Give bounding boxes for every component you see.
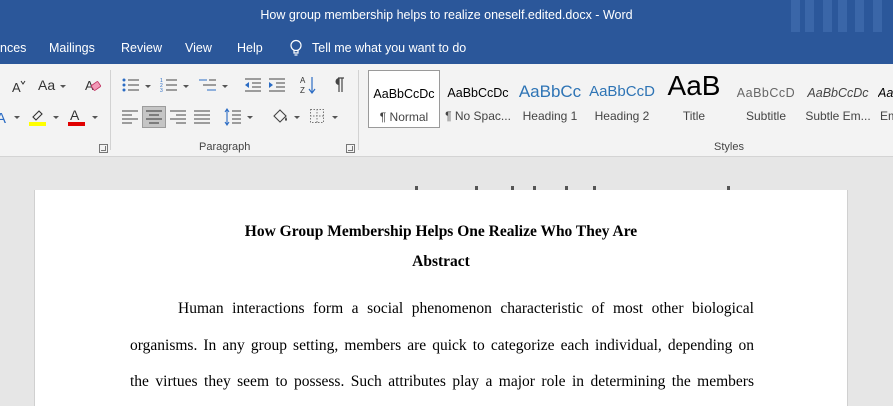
chevron-down-icon[interactable] [247,116,253,119]
body-line: organisms. In any group setting, members… [130,337,754,354]
style-subtitle[interactable]: AaBbCcD Subtitle [730,70,802,128]
bullets-icon[interactable] [122,77,140,93]
previous-line-fragment [415,186,735,192]
style-sample: AaBbCcD [589,83,655,100]
style-sample: AaB [667,70,721,101]
chevron-down-icon[interactable] [53,116,59,119]
tab-help[interactable]: Help [237,41,263,55]
style-heading-2[interactable]: AaBbCcD Heading 2 [586,70,658,128]
lightbulb-icon [290,39,302,56]
align-right-icon[interactable] [170,110,186,124]
borders-icon[interactable] [310,109,324,123]
style-sample: AaBbCcDc [807,86,869,100]
chevron-down-icon[interactable] [183,85,189,88]
group-separator [358,70,359,150]
tell-me-box[interactable]: Tell me what you want to do [289,39,466,57]
ribbon: A Aa A A A 123 A Z Paragraph AaBbCcDc ¶ … [0,64,893,157]
document-title: How Group Membership Helps One Realize W… [244,223,638,240]
style-sample: AaBbCcDc [447,86,509,100]
svg-text:3: 3 [160,88,163,93]
style-name: Em [880,109,893,123]
font-dialog-launcher-icon[interactable] [99,144,108,153]
numbering-icon[interactable]: 123 [160,77,178,93]
style-name: ¶ No Spac... [445,109,511,123]
style-sample: AaBbCcDc [373,87,435,101]
decrease-indent-icon[interactable] [244,77,262,93]
line-spacing-icon[interactable] [224,108,242,126]
tab-review[interactable]: Review [121,41,162,55]
style-name: Title [682,109,706,123]
abstract-heading: Abstract [412,253,470,270]
tab-view[interactable]: View [185,41,212,55]
style-name: Heading 2 [594,109,650,123]
style-name: Subtle Em... [805,109,871,123]
svg-text:A: A [300,76,306,85]
highlight-color-icon[interactable] [28,107,48,127]
style-name: Heading 1 [522,109,578,123]
style-heading-1[interactable]: AaBbCc Heading 1 [514,70,586,128]
style-sample: AaBbCc [518,82,582,101]
chevron-down-icon[interactable] [294,116,300,119]
style-name: ¶ Normal [379,110,429,124]
style-no-spacing[interactable]: AaBbCcDc ¶ No Spac... [442,70,514,128]
title-bar: How group membership helps to realize on… [0,0,893,32]
style-emphasis[interactable]: AaI Em [874,70,893,128]
chevron-down-icon[interactable] [145,85,151,88]
align-left-icon[interactable] [122,110,138,124]
title-bar-pattern [783,0,893,32]
align-center-icon [146,110,162,124]
chevron-down-icon[interactable] [222,85,228,88]
svg-text:A: A [70,107,80,123]
chevron-down-icon[interactable] [332,116,338,119]
style-name: Subtitle [745,109,787,123]
body-line: the virtues they seem to possess. Such a… [130,373,754,390]
document-page[interactable]: How Group Membership Helps One Realize W… [34,186,848,406]
ribbon-tabs: nces Mailings Review View Help Tell me w… [0,32,893,64]
clear-formatting-icon[interactable]: A [84,76,102,94]
window-title: How group membership helps to realize on… [260,8,633,22]
increase-indent-icon[interactable] [268,77,286,93]
body-line: Human interactions form a social phenome… [178,300,754,317]
align-center-button[interactable] [142,106,166,128]
styles-gallery: AaBbCcDc ¶ Normal AaBbCcDc ¶ No Spac... … [368,70,893,130]
style-normal[interactable]: AaBbCcDc ¶ Normal [368,70,440,128]
style-sample: AaBbCcD [736,86,796,100]
svg-text:Z: Z [300,86,305,95]
styles-group-label: Styles [714,141,744,153]
paragraph-group-label: Paragraph [199,141,251,153]
shrink-font-icon[interactable]: A [10,78,26,94]
justify-icon[interactable] [194,110,210,124]
sort-icon[interactable]: A Z [300,75,316,95]
style-subtle-emphasis[interactable]: AaBbCcDc Subtle Em... [802,70,874,128]
group-separator [110,70,111,150]
paragraph-dialog-launcher-icon[interactable] [346,144,355,153]
shading-icon[interactable] [270,107,290,127]
change-case-button[interactable]: Aa [38,77,55,93]
chevron-down-icon[interactable] [60,85,66,88]
show-formatting-marks-icon[interactable] [333,77,345,93]
svg-text:A: A [12,80,21,94]
chevron-down-icon[interactable] [14,116,20,119]
tab-references[interactable]: nces [0,41,26,55]
tab-mailings[interactable]: Mailings [49,41,95,55]
multilevel-list-icon[interactable] [199,77,217,93]
svg-text:A: A [0,110,6,127]
chevron-down-icon[interactable] [92,116,98,119]
tell-me-label: Tell me what you want to do [312,41,467,55]
style-title[interactable]: AaB Title [658,70,730,128]
style-sample: AaI [878,86,893,100]
font-color-icon[interactable]: A [67,107,87,127]
text-effects-icon[interactable]: A [0,109,10,127]
